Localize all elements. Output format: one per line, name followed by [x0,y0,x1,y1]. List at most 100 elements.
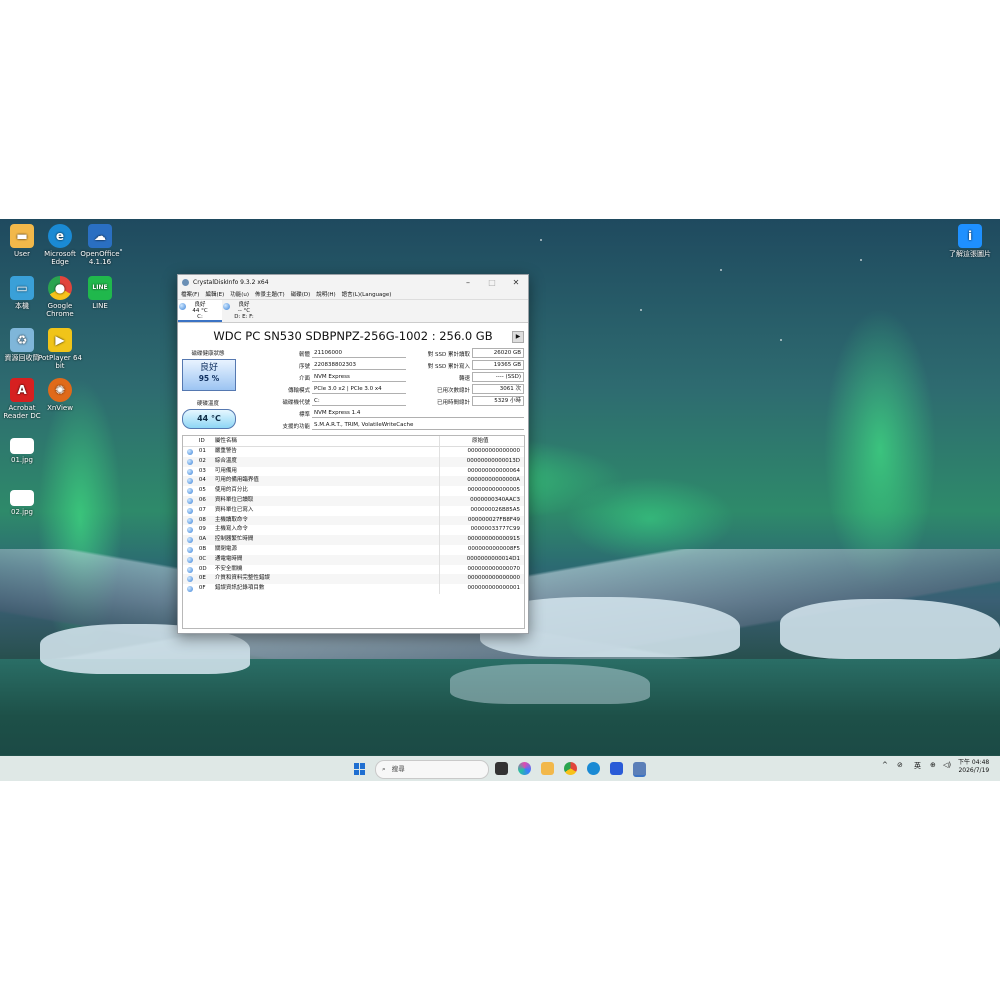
host-writes-value: 19365 GB [472,360,524,370]
power-hours-value: 5329 小時 [472,396,524,406]
table-row[interactable]: 05 使用的百分比 000000000000005 [183,486,524,496]
attribute-raw-value: 0000000000008F5 [439,544,524,555]
menu-help[interactable]: 說明(H) [316,290,335,298]
column-id[interactable]: ID [199,436,215,446]
column-attribute-name[interactable]: 屬性名稱 [215,436,440,446]
attribute-name: 可用的備用臨界值 [214,477,259,484]
table-row[interactable]: 02 綜合溫度 00000000000013D [183,456,524,467]
status-good-icon [187,488,193,495]
disk-tabs: 良好 44 °C C: 良好 -- °C D: E: F: [178,300,528,323]
health-status: 良好 [199,363,218,373]
desktop-icon-02-jpg[interactable]: 02.jpg [0,490,44,516]
crystaldiskinfo-window: CrystalDiskInfo 9.3.2 x64 – □ ✕ 檔案(F) 編輯… [177,274,529,634]
copilot-icon[interactable] [518,762,531,775]
desktop-icon-openoffice[interactable]: ☁ OpenOffice 4.1.16 [78,224,122,266]
attribute-raw-value: 000000026B85A5 [439,505,524,516]
acrobat-icon: A [10,378,34,402]
menu-theme[interactable]: 佈景主題(T) [255,290,285,298]
attribute-raw-value: 000000000000000 [439,447,524,457]
speaker-icon[interactable]: ◁) [943,761,951,769]
attribute-raw-value: 000000027FB8F49 [439,515,524,526]
ime-indicator[interactable]: 英 [914,761,921,771]
table-row[interactable]: 0A 控制器繁忙時間 000000000000915 [183,535,524,545]
health-status-button[interactable]: 良好 95 % [182,359,236,391]
title-bar[interactable]: CrystalDiskInfo 9.3.2 x64 – □ ✕ [178,275,528,289]
potplayer-icon: ▶ [48,328,72,352]
table-row[interactable]: 01 嚴重警告 000000000000000 [183,447,524,457]
rotation-label: 轉速 [458,376,470,382]
clock[interactable]: 下午 04:48 2026/7/19 [958,759,989,775]
taskbar: ⌕ 搜尋 ^ ⊘ 英 ⊕ ◁) 下午 04:48 2026/7/19 [0,756,1000,781]
serial-label: 序號 [298,364,310,370]
table-row[interactable]: 03 可用備用 000000000000064 [183,466,524,477]
health-label: 磁碟健康狀態 [191,351,225,357]
task-view-icon[interactable] [495,762,508,775]
host-reads-value: 26020 GB [472,348,524,358]
attribute-name: 控制器繁忙時間 [214,536,254,543]
attribute-name: 使用的百分比 [214,487,248,494]
next-disk-button[interactable]: ▶ [512,331,524,343]
attribute-id: 05 [198,487,206,494]
attribute-id: 09 [198,526,206,533]
firmware-label: 韌體 [298,352,310,358]
table-row[interactable]: 0E 介質和資料完整性錯誤 000000000000000 [183,574,524,585]
close-button[interactable]: ✕ [504,278,528,287]
attribute-raw-value: 000000000000001 [439,584,524,594]
standard-value: NVM Express 1.4 [312,409,524,418]
health-good-icon [179,303,186,310]
host-reads-label: 對 SSD 累計讀取 [427,352,470,358]
start-button[interactable] [354,763,366,775]
menu-file[interactable]: 檔案(F) [181,290,199,298]
attribute-raw-value: 00000000000000A [439,476,524,487]
taskbar-search[interactable]: ⌕ 搜尋 [375,760,489,779]
serial-value: 220838802303 [312,361,406,370]
status-good-icon [187,576,193,583]
desktop-icon-chrome[interactable]: ● Google Chrome [38,276,82,318]
minimize-button[interactable]: – [456,278,480,287]
store-icon[interactable] [610,762,623,775]
status-good-icon [187,556,193,563]
power-count-label: 已用次數總計 [436,388,470,394]
table-row[interactable]: 07 資料單位已寫入 000000026B85A5 [183,505,524,516]
crystaldiskinfo-taskbar-icon[interactable] [633,762,646,777]
smart-attributes-table[interactable]: ID 屬性名稱 原始值 01 嚴重警告 000000000000000 02 綜合溫度 0… [182,435,525,629]
menu-language[interactable]: 語言(L)(Language) [342,290,392,298]
chrome-taskbar-icon[interactable] [564,762,577,775]
desktop-icon-line[interactable]: LINE LINE [78,276,122,310]
app-icon [182,278,189,286]
xnview-icon: ✺ [48,378,72,402]
table-row[interactable]: 0B 關閉電源 0000000000008F5 [183,544,524,555]
attribute-name: 介質和資料完整性錯誤 [214,575,270,582]
drive-letter-label: 磁碟機代號 [282,400,310,406]
table-row[interactable]: 0D 不安全關機 000000000000070 [183,564,524,575]
menu-edit[interactable]: 編輯(E) [205,290,224,298]
desktop-icon-xnview[interactable]: ✺ XnView [38,378,82,412]
globe-icon[interactable]: ⊕ [930,761,936,769]
desktop-icon-spotlight[interactable]: i 了解這張圖片 [948,224,992,258]
table-row[interactable]: 09 主機寫入命令 00000033777C99 [183,525,524,536]
attribute-id: 0D [198,565,207,572]
table-row[interactable]: 0F 錯誤資訊記錄項目數 000000000000001 [183,584,524,594]
column-raw-value[interactable]: 原始值 [439,436,524,446]
temperature-value[interactable]: 44 °C [182,409,236,429]
table-row[interactable]: 08 主機讀取命令 000000027FB8F49 [183,515,524,526]
desktop-icon-edge[interactable]: e Microsoft Edge [38,224,82,266]
file-explorer-icon[interactable] [541,762,554,775]
table-row[interactable]: 06 資料單位已讀取 0000000340AAC3 [183,495,524,506]
maximize-button[interactable]: □ [480,278,504,287]
tray-overflow-chevron[interactable]: ^ [882,761,888,769]
disk-tab-c[interactable]: 良好 44 °C C: [178,300,222,322]
desktop-icon-01-jpg[interactable]: 01.jpg [0,438,44,464]
edge-taskbar-icon[interactable] [587,762,600,775]
attribute-id: 07 [198,506,206,513]
desktop-icon-potplayer[interactable]: ▶ PotPlayer 64 bit [38,328,82,370]
folder-icon: ▬ [10,224,34,248]
menu-disk[interactable]: 磁碟(D) [291,290,311,298]
menu-function[interactable]: 功能(u) [230,290,249,298]
attribute-id: 03 [198,467,206,474]
attribute-raw-value: 0000000340AAC3 [439,495,524,506]
disk-tab-d[interactable]: 良好 -- °C D: E: F: [222,300,266,322]
table-row[interactable]: 0C 通電電時間 0000000000014D1 [183,554,524,565]
table-row[interactable]: 04 可用的備用臨界值 00000000000000A [183,476,524,487]
network-off-icon[interactable]: ⊘ [897,761,903,769]
